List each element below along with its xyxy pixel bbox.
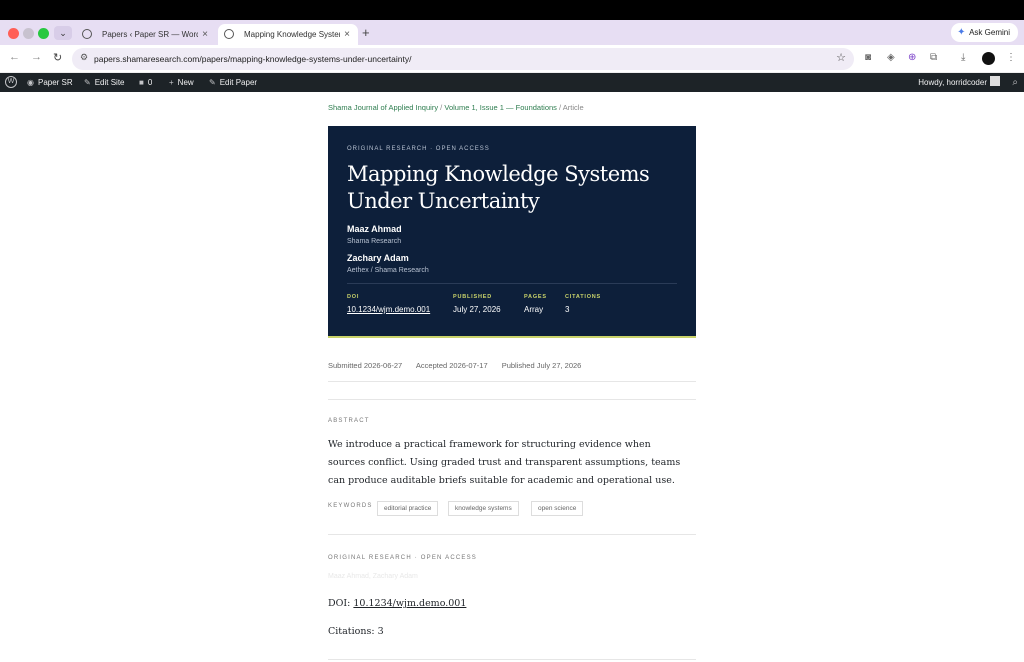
divider: [328, 399, 696, 400]
citations-line: Citations: 3: [328, 626, 384, 637]
abstract-text: We introduce a practical framework for s…: [328, 439, 681, 486]
pencil-icon: ✎: [209, 78, 216, 87]
reload-icon[interactable]: ↻: [53, 51, 62, 64]
tab-papers-wordpress[interactable]: Papers ‹ Paper SR — WordPress ×: [76, 24, 216, 45]
pages-value: Array: [524, 305, 544, 314]
site-name-link[interactable]: ◉ Paper SR: [27, 73, 73, 92]
download-icon[interactable]: ⤓: [961, 52, 965, 63]
article-dates: Submitted 2026-06-27 Accepted 2026-07-17…: [328, 361, 593, 370]
edit-paper-label: Edit Paper: [219, 78, 258, 87]
tab-title: Mapping Knowledge Systems Under Uncertai…: [244, 30, 340, 39]
close-window-button[interactable]: [8, 28, 19, 39]
divider: [328, 534, 696, 535]
divider: [328, 381, 696, 382]
author-affiliation: Shama Research: [347, 238, 402, 245]
new-label: New: [177, 78, 194, 87]
maximize-window-button[interactable]: [38, 28, 49, 39]
breadcrumb-current: Article: [562, 103, 584, 112]
faded-authors: Maaz Ahmad, Zachary Adam: [328, 573, 418, 580]
back-arrow-icon[interactable]: ←: [9, 51, 20, 63]
comments-count: 0: [147, 78, 153, 87]
browser-toolbar: ← → ↻ ⚙ papers.shamaresearch.com/papers/…: [0, 45, 1024, 73]
abstract-label: ABSTRACT: [328, 418, 370, 424]
edit-site-label: Edit Site: [94, 78, 125, 87]
address-bar[interactable]: ⚙ papers.shamaresearch.com/papers/mappin…: [72, 48, 854, 70]
new-tab-button[interactable]: +: [362, 25, 370, 40]
edit-paper-link[interactable]: ✎ Edit Paper: [209, 73, 257, 92]
comment-icon: ■: [139, 78, 144, 87]
globe-icon: [224, 29, 234, 39]
gemini-spark-icon: ✦: [957, 27, 966, 38]
doi-line-link[interactable]: 10.1234/wjm.demo.001: [353, 598, 466, 609]
divider: [328, 659, 696, 660]
edit-site-link[interactable]: ✎ Edit Site: [84, 73, 125, 92]
hero-divider: [347, 283, 677, 284]
submitted-date: Submitted 2026-06-27: [328, 361, 403, 370]
doi-line-label: DOI:: [328, 598, 351, 609]
doi-label: DOI: [347, 294, 360, 300]
extension-plus-icon[interactable]: ⊕: [908, 52, 916, 63]
author-name[interactable]: Zachary Adam: [347, 253, 409, 263]
article-title: Mapping Knowledge Systems Under Uncertai…: [347, 162, 650, 213]
ask-gemini-label: Ask Gemini: [969, 28, 1010, 37]
minimize-window-button[interactable]: [23, 28, 34, 39]
wordpress-logo-icon[interactable]: W: [5, 76, 17, 88]
comments-link[interactable]: ■ 0: [139, 73, 152, 92]
doi-link[interactable]: 10.1234/wjm.demo.001: [347, 305, 430, 314]
plus-icon: +: [169, 78, 174, 87]
tab-mapping-knowledge[interactable]: Mapping Knowledge Systems Under Uncertai…: [218, 24, 358, 45]
breadcrumb-journal-link[interactable]: Shama Journal of Applied Inquiry: [328, 103, 438, 112]
section-kicker: ORIGINAL RESEARCH · OPEN ACCESS: [328, 555, 478, 561]
keyword-chip[interactable]: knowledge systems: [448, 501, 519, 516]
citations-label: CITATIONS: [565, 294, 602, 300]
globe-icon: [82, 29, 92, 39]
dashboard-icon: ◉: [27, 78, 34, 87]
article-hero: ORIGINAL RESEARCH · OPEN ACCESS Mapping …: [328, 126, 696, 338]
published-label: PUBLISHED: [453, 294, 492, 300]
breadcrumb: Shama Journal of Applied Inquiry / Volum…: [328, 103, 584, 112]
user-avatar: [990, 76, 1000, 86]
keyword-chip[interactable]: open science: [531, 501, 584, 516]
pages-label: PAGES: [524, 294, 547, 300]
article-kicker: ORIGINAL RESEARCH · OPEN ACCESS: [347, 146, 490, 152]
account-menu[interactable]: Howdy, horridcoder: [918, 73, 1000, 92]
ask-gemini-button[interactable]: ✦ Ask Gemini: [951, 23, 1018, 42]
url-text[interactable]: papers.shamaresearch.com/papers/mapping-…: [94, 48, 411, 70]
tab-title: Papers ‹ Paper SR — WordPress: [102, 30, 198, 39]
screen-top-band: [0, 0, 1024, 20]
brush-icon: ✎: [84, 78, 91, 87]
bookmark-star-icon[interactable]: ☆: [836, 51, 846, 64]
breadcrumb-separator: /: [559, 103, 562, 112]
profile-avatar[interactable]: [982, 52, 995, 65]
keyword-chip[interactable]: editorial practice: [377, 501, 439, 516]
author-name[interactable]: Maaz Ahmad: [347, 224, 402, 234]
keywords-label: KEYWORDS: [328, 503, 373, 509]
doi-line: DOI: 10.1234/wjm.demo.001: [328, 598, 466, 609]
forward-arrow-icon[interactable]: →: [31, 51, 42, 63]
breadcrumb-separator: /: [440, 103, 443, 112]
citations-value: 3: [565, 305, 570, 314]
puzzle-icon[interactable]: ⧉: [930, 52, 937, 63]
author-affiliation: Aethex / Shama Research: [347, 267, 429, 274]
new-content-link[interactable]: + New: [169, 73, 194, 92]
accepted-date: Accepted 2026-07-17: [415, 361, 488, 370]
tab-close-icon[interactable]: ×: [344, 24, 350, 45]
published-value: July 27, 2026: [453, 305, 501, 314]
howdy-label: Howdy, horridcoder: [918, 78, 987, 87]
published-date: Published July 27, 2026: [501, 361, 582, 370]
breadcrumb-issue-link[interactable]: Volume 1, Issue 1 — Foundations: [444, 103, 557, 112]
browser-tab-strip: ⌄ Papers ‹ Paper SR — WordPress × Mappin…: [0, 20, 1024, 45]
wp-admin-bar: W ◉ Paper SR ✎ Edit Site ■ 0 + New ✎ Edit Pap…: [0, 73, 1024, 92]
more-menu-icon[interactable]: ⋮: [1006, 52, 1016, 63]
camera-icon[interactable]: ◙: [865, 52, 871, 63]
tab-close-icon[interactable]: ×: [202, 24, 208, 45]
tab-search-chevron-icon[interactable]: ⌄: [54, 26, 72, 40]
site-name-label: Paper SR: [37, 78, 73, 87]
site-info-icon[interactable]: ⚙: [80, 52, 88, 63]
shield-icon[interactable]: ◈: [887, 52, 895, 63]
search-icon[interactable]: ⌕: [1012, 73, 1018, 92]
